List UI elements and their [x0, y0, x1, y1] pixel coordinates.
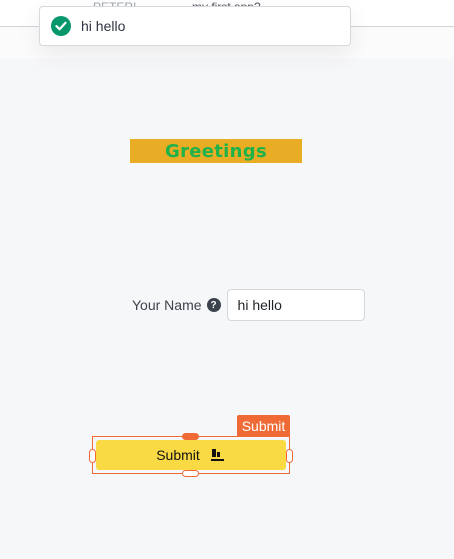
name-input-row: Your Name ? [132, 289, 365, 321]
check-circle-icon [51, 16, 71, 36]
question-circle-icon[interactable]: ? [206, 298, 221, 312]
widget-name-tag[interactable]: Submit [237, 415, 290, 436]
resize-handle-bottom[interactable] [182, 470, 199, 477]
resize-handle-top[interactable] [182, 433, 199, 440]
resize-handle-left[interactable] [89, 449, 96, 463]
toast-notification: hi hello [39, 6, 351, 46]
submit-label: Submit [156, 447, 200, 463]
user-upload-icon [210, 448, 226, 462]
name-label: Your Name [132, 297, 202, 313]
name-input[interactable] [226, 289, 365, 321]
toast-message: hi hello [81, 18, 126, 34]
submit-button[interactable]: Submit [96, 440, 286, 470]
resize-handle-right[interactable] [286, 449, 293, 463]
greeting-text-widget[interactable]: Greetings [130, 139, 302, 163]
